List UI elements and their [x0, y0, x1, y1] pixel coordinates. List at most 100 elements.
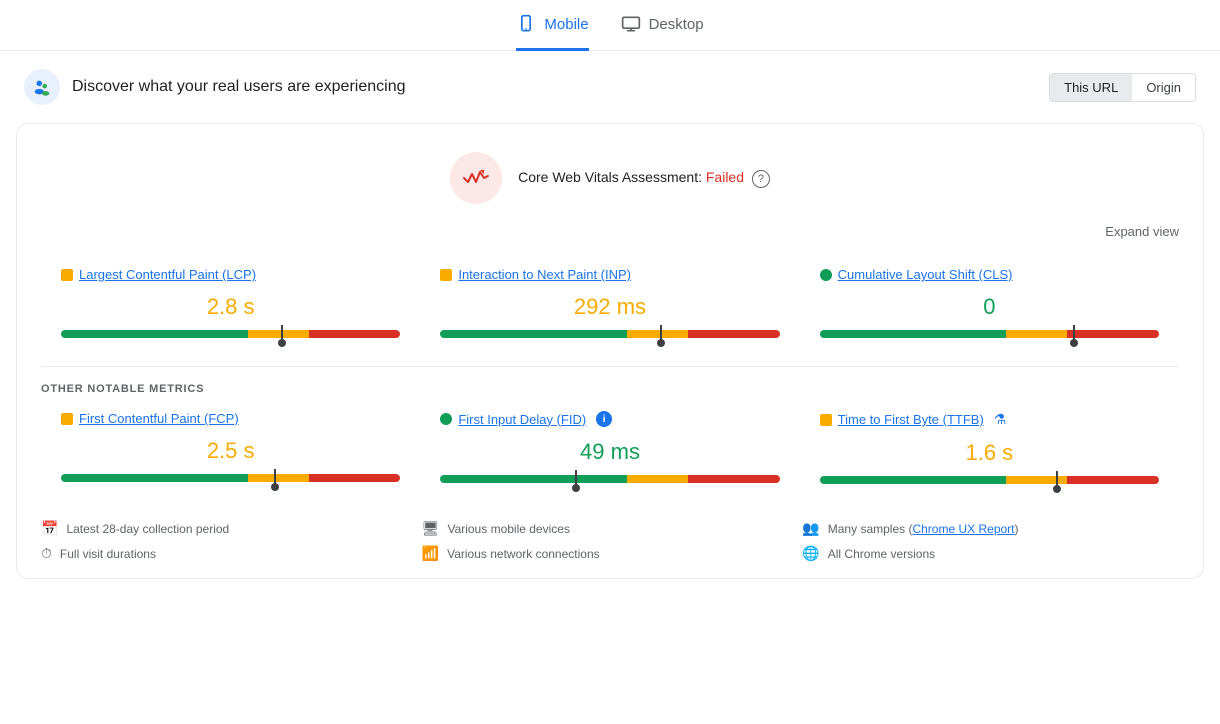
main-card: Core Web Vitals Assessment: Failed ? Exp… — [16, 123, 1204, 579]
fid-label[interactable]: First Input Delay (FID) — [458, 412, 586, 427]
ttfb-label[interactable]: Time to First Byte (TTFB) — [838, 412, 984, 427]
tab-desktop[interactable]: Desktop — [621, 14, 704, 51]
metric-fid: First Input Delay (FID) i 49 ms — [420, 395, 799, 504]
fid-info-icon[interactable]: i — [596, 411, 612, 427]
ttfb-bar-red — [1067, 476, 1159, 484]
ttfb-flask-icon: ⚗ — [994, 411, 1007, 428]
calendar-icon: 📅 — [41, 520, 58, 537]
footer-samples: 👥 Many samples (Chrome UX Report) — [802, 520, 1179, 537]
fid-dot — [440, 413, 452, 425]
metric-inp: Interaction to Next Paint (INP) 292 ms — [420, 251, 799, 358]
chrome-ux-report-link[interactable]: Chrome UX Report — [912, 522, 1014, 536]
fcp-bar-red — [309, 474, 401, 482]
fid-bar — [440, 475, 779, 483]
cls-value: 0 — [820, 294, 1159, 320]
fcp-dot — [61, 413, 73, 425]
fcp-bar-orange — [248, 474, 309, 482]
ttfb-value: 1.6 s — [820, 440, 1159, 466]
footer-col-1: 📅 Latest 28-day collection period ⏱ Full… — [41, 520, 418, 562]
fcp-bar — [61, 474, 400, 482]
fcp-label[interactable]: First Contentful Paint (FCP) — [79, 411, 239, 426]
cls-label[interactable]: Cumulative Layout Shift (CLS) — [838, 267, 1013, 282]
tab-mobile-label: Mobile — [544, 16, 588, 33]
cls-marker — [1073, 325, 1075, 343]
fid-bar-orange — [627, 475, 688, 483]
this-url-button[interactable]: This URL — [1050, 74, 1132, 101]
metric-ttfb: Time to First Byte (TTFB) ⚗ 1.6 s — [800, 395, 1179, 504]
footer-chrome-versions: 🌐 All Chrome versions — [802, 545, 1179, 562]
ttfb-dot — [820, 414, 832, 426]
inp-marker — [660, 325, 662, 343]
fcp-bar-green — [61, 474, 248, 482]
ttfb-label-row: Time to First Byte (TTFB) ⚗ — [820, 411, 1159, 428]
fid-bar-green — [440, 475, 627, 483]
avatar — [24, 69, 60, 105]
footer-col-3: 👥 Many samples (Chrome UX Report) 🌐 All … — [802, 520, 1179, 562]
inp-label-row: Interaction to Next Paint (INP) — [440, 267, 779, 282]
ttfb-bar — [820, 476, 1159, 484]
inp-bar — [440, 330, 779, 338]
tab-desktop-label: Desktop — [649, 16, 704, 33]
cls-bar — [820, 330, 1159, 338]
assessment-header: Core Web Vitals Assessment: Failed ? — [17, 124, 1203, 224]
expand-view[interactable]: Expand view — [17, 224, 1203, 251]
tab-bar: Mobile Desktop — [0, 0, 1220, 51]
other-metrics-label: OTHER NOTABLE METRICS — [17, 383, 1203, 395]
tab-mobile[interactable]: Mobile — [516, 14, 588, 51]
fid-marker — [575, 470, 577, 488]
inp-bar-green — [440, 330, 627, 338]
inp-value: 292 ms — [440, 294, 779, 320]
fcp-label-row: First Contentful Paint (FCP) — [61, 411, 400, 426]
footer-collection-period: 📅 Latest 28-day collection period — [41, 520, 418, 537]
lcp-marker — [281, 325, 283, 343]
lcp-bar-red — [309, 330, 401, 338]
page-title: Discover what your real users are experi… — [72, 78, 405, 96]
cls-dot — [820, 269, 832, 281]
lcp-bar-green — [61, 330, 248, 338]
metric-cls: Cumulative Layout Shift (CLS) 0 — [800, 251, 1179, 358]
footer-mobile-devices: 🖥 Various mobile devices — [422, 520, 799, 537]
origin-button[interactable]: Origin — [1132, 74, 1195, 101]
timer-icon: ⏱ — [41, 545, 52, 562]
lcp-label[interactable]: Largest Contentful Paint (LCP) — [79, 267, 256, 282]
fid-value: 49 ms — [440, 439, 779, 465]
lcp-label-row: Largest Contentful Paint (LCP) — [61, 267, 400, 282]
assessment-status: Failed — [706, 169, 744, 185]
inp-dot — [440, 269, 452, 281]
lcp-bar — [61, 330, 400, 338]
fid-bar-red — [688, 475, 780, 483]
footer-col-2: 🖥 Various mobile devices 📶 Various netwo… — [422, 520, 799, 562]
inp-bar-red — [688, 330, 780, 338]
section-divider — [41, 366, 1179, 367]
header-left: Discover what your real users are experi… — [24, 69, 405, 105]
cls-bar-orange — [1006, 330, 1067, 338]
footer-network: 📶 Various network connections — [422, 545, 799, 562]
fcp-value: 2.5 s — [61, 438, 400, 464]
ttfb-bar-orange — [1006, 476, 1067, 484]
lcp-dot — [61, 269, 73, 281]
fcp-marker — [274, 469, 276, 487]
chrome-icon: 🌐 — [802, 545, 819, 562]
metric-lcp: Largest Contentful Paint (LCP) 2.8 s — [41, 251, 420, 358]
lcp-bar-orange — [248, 330, 309, 338]
ttfb-marker — [1056, 471, 1058, 489]
desktop-icon — [621, 14, 641, 34]
metric-fcp: First Contentful Paint (FCP) 2.5 s — [41, 395, 420, 504]
assessment-icon — [450, 152, 502, 204]
devices-icon: 🖥 — [422, 520, 440, 537]
assessment-title-row: Core Web Vitals Assessment: Failed ? — [518, 169, 770, 188]
footer-grid: 📅 Latest 28-day collection period ⏱ Full… — [17, 504, 1203, 562]
lcp-value: 2.8 s — [61, 294, 400, 320]
header-section: Discover what your real users are experi… — [0, 51, 1220, 123]
ttfb-bar-green — [820, 476, 1007, 484]
footer-full-visit: ⏱ Full visit durations — [41, 545, 418, 562]
fid-label-row: First Input Delay (FID) i — [440, 411, 779, 427]
network-icon: 📶 — [422, 545, 439, 562]
users-icon: 👥 — [802, 520, 819, 537]
inp-bar-orange — [627, 330, 688, 338]
inp-label[interactable]: Interaction to Next Paint (INP) — [458, 267, 631, 282]
assessment-info-icon[interactable]: ? — [752, 170, 770, 188]
cls-bar-red — [1067, 330, 1159, 338]
core-metrics-grid: Largest Contentful Paint (LCP) 2.8 s Int… — [17, 251, 1203, 358]
cls-label-row: Cumulative Layout Shift (CLS) — [820, 267, 1159, 282]
